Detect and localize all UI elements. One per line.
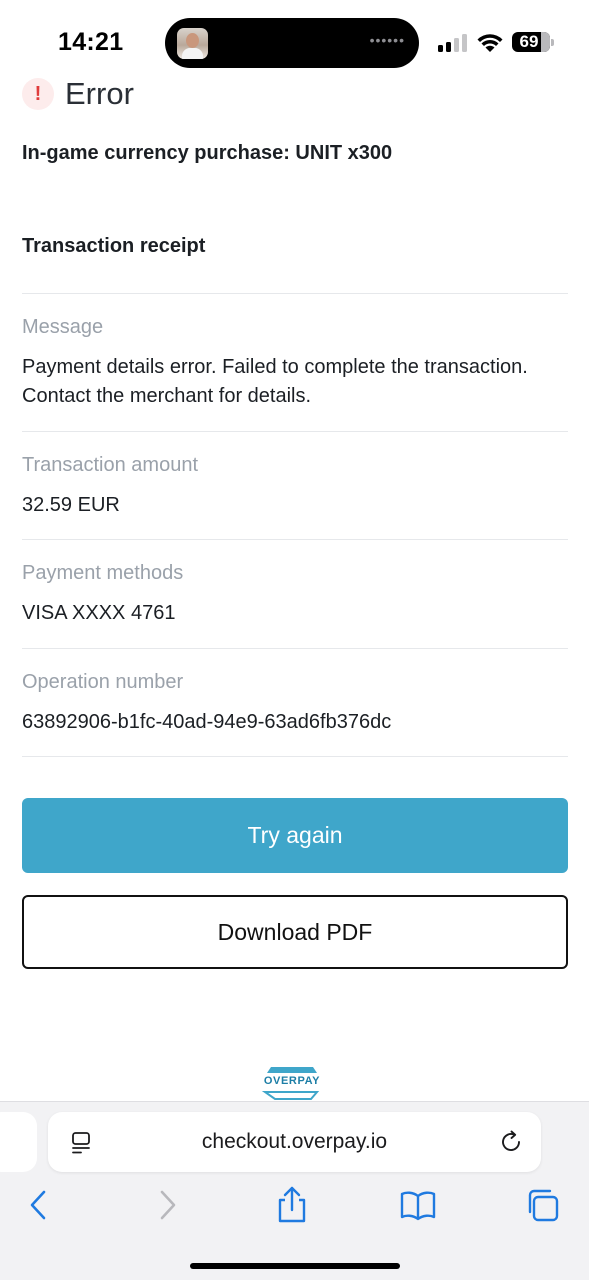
exclamation-icon: ! [22,78,54,110]
waveform-icon: •••••• [369,32,405,48]
cellular-signal-icon [438,34,468,52]
battery-icon: 69 [512,32,550,52]
divider [22,756,568,757]
divider [22,431,568,432]
browser-toolbar: checkout.overpay.io [0,1101,589,1280]
receipt-title: Transaction receipt [22,235,206,257]
logo-text: OVERPAY [263,1075,321,1087]
status-time: 14:21 [58,28,124,56]
status-bar: 14:21 •••••• 69 [0,0,589,80]
bookmarks-icon[interactable] [399,1188,437,1222]
battery-level: 69 [519,32,539,51]
previous-tab-preview[interactable] [0,1112,37,1172]
amount-value: 32.59 EUR [22,494,120,516]
divider [22,648,568,649]
wifi-icon [477,34,503,52]
operation-number-value: 63892906-b1fc-40ad-94e9-63ad6fb376dc [22,711,392,733]
tabs-icon[interactable] [526,1188,560,1222]
payment-method-label: Payment methods [22,562,184,584]
divider [22,293,568,294]
back-icon[interactable] [22,1188,56,1222]
reload-icon[interactable] [499,1130,523,1154]
message-value: Payment details error. Failed to complet… [22,356,528,407]
battery-cap [551,39,554,46]
divider [22,539,568,540]
try-again-button[interactable]: Try again [22,798,568,873]
amount-label: Transaction amount [22,454,199,476]
address-bar[interactable]: checkout.overpay.io [48,1112,541,1172]
operation-number-label: Operation number [22,671,184,693]
download-pdf-button[interactable]: Download PDF [22,895,568,969]
dynamic-island[interactable]: •••••• [165,18,419,68]
message-label: Message [22,316,104,338]
url-text[interactable]: checkout.overpay.io [48,1112,541,1172]
page-title: Error [65,76,134,111]
payment-method-value: VISA XXXX 4761 [22,602,176,624]
live-activity-avatar [177,28,208,59]
home-indicator[interactable] [190,1263,400,1269]
purchase-title: In-game currency purchase: UNIT x300 [22,142,393,164]
share-icon[interactable] [274,1186,310,1224]
forward-icon[interactable] [150,1188,184,1222]
error-header: ! Error [22,74,134,114]
overpay-logo: OVERPAY [255,1066,329,1101]
